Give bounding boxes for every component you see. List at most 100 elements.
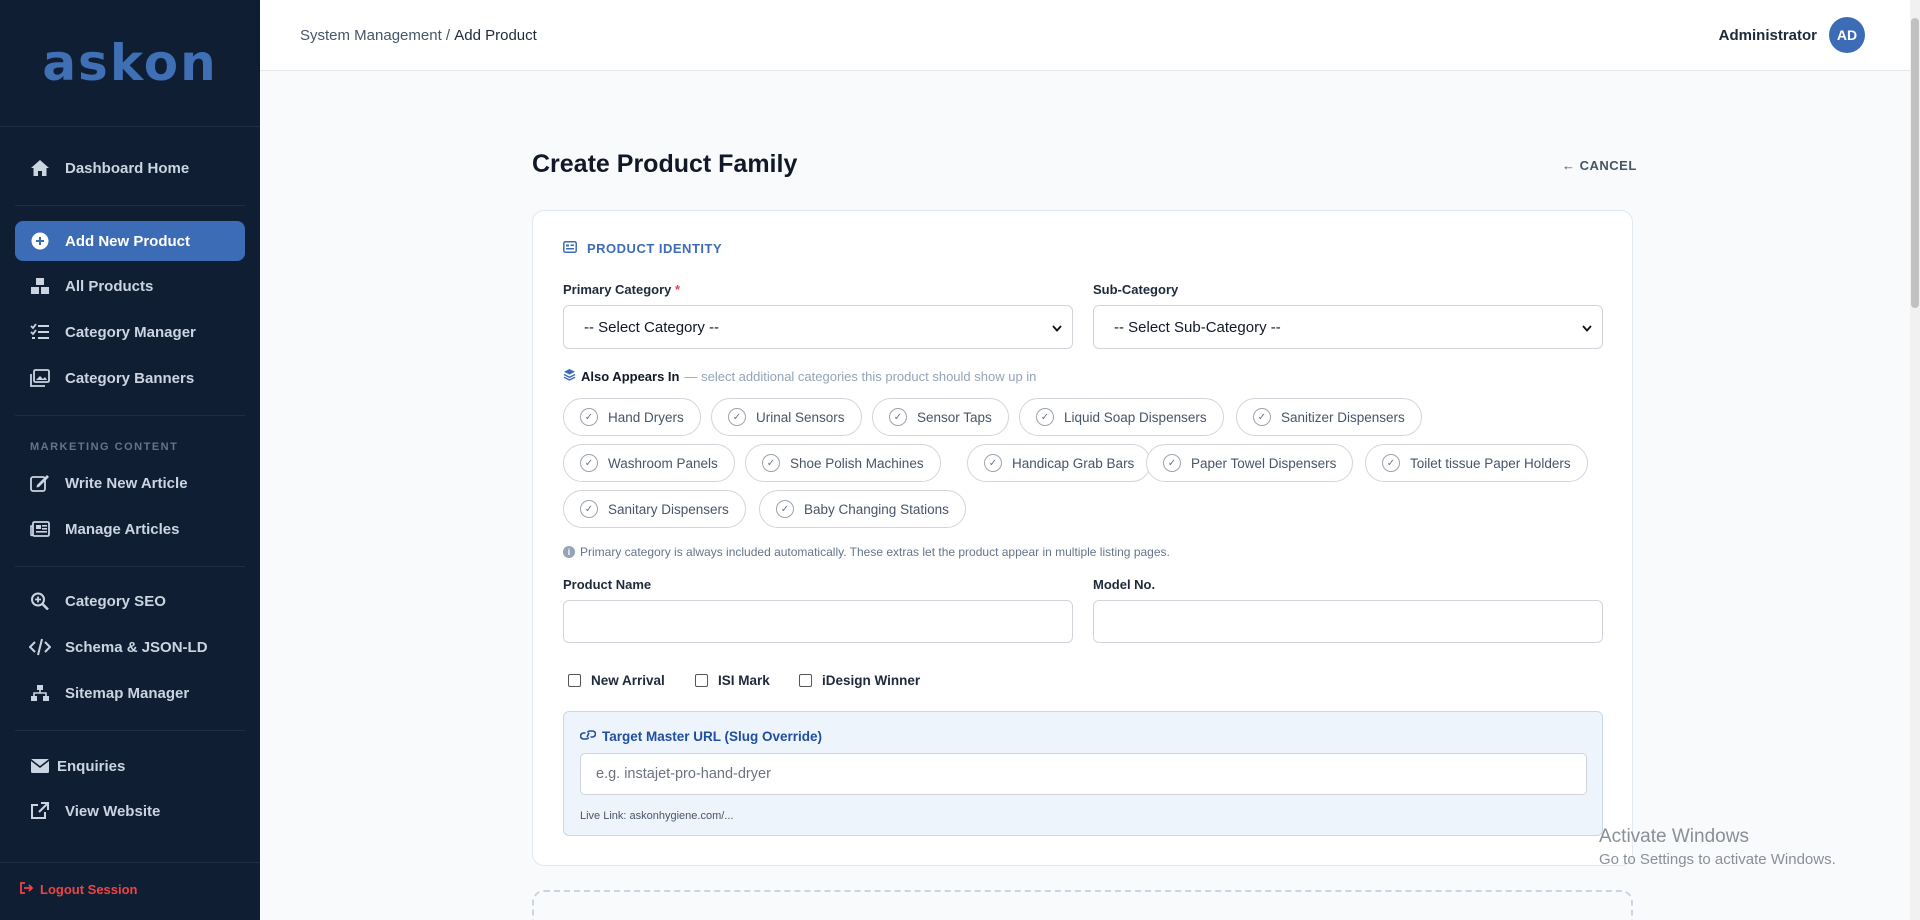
chip-sanitizer-dispensers[interactable]: ✓ Sanitizer Dispensers <box>1236 398 1422 436</box>
nav-label: Category Banners <box>65 369 195 387</box>
chip-label: Sanitary Dispensers <box>608 501 729 517</box>
divider <box>15 415 245 416</box>
nav-label: Category Manager <box>65 323 196 341</box>
list-check-icon <box>29 322 51 342</box>
envelope-icon <box>29 756 51 776</box>
checkbox-box[interactable] <box>568 674 581 687</box>
nav-write-new-article[interactable]: Write New Article <box>15 463 245 503</box>
checkbox-box[interactable] <box>695 674 708 687</box>
chip-sanitary-dispensers[interactable]: ✓ Sanitary Dispensers <box>563 490 746 528</box>
nav-label: Schema & JSON-LD <box>65 638 208 656</box>
chip-shoe-polish-machines[interactable]: ✓ Shoe Polish Machines <box>745 444 941 482</box>
check-circle-icon: ✓ <box>580 408 598 426</box>
chip-label: Liquid Soap Dispensers <box>1064 409 1207 425</box>
check-circle-icon: ✓ <box>1163 454 1181 472</box>
sub-category-label: Sub-Category <box>1093 282 1179 297</box>
info-icon: i <box>563 546 575 558</box>
watermark-line1: Activate Windows <box>1599 826 1749 847</box>
slug-input[interactable]: e.g. instajet-pro-hand-dryer <box>580 753 1587 795</box>
chip-sensor-taps[interactable]: ✓ Sensor Taps <box>872 398 1009 436</box>
windows-activation-watermark: Activate Windows Go to Settings to activ… <box>1599 826 1836 868</box>
scrollbar-thumb[interactable] <box>1911 18 1919 308</box>
breadcrumb-parent[interactable]: System Management <box>300 27 442 44</box>
info-note: i Primary category is always included au… <box>563 545 1170 559</box>
logout-button[interactable]: Logout Session <box>20 882 138 897</box>
chip-label: Urinal Sensors <box>756 409 845 425</box>
nav-enquiries[interactable]: Enquiries <box>15 746 245 786</box>
chip-hand-dryers[interactable]: ✓ Hand Dryers <box>563 398 701 436</box>
cancel-button[interactable]: ← CANCEL <box>1562 158 1637 173</box>
nav-sitemap-manager[interactable]: Sitemap Manager <box>15 673 245 713</box>
brand-logo[interactable]: askon <box>0 0 260 127</box>
cancel-label: CANCEL <box>1579 158 1637 173</box>
nav-category-seo[interactable]: Category SEO <box>15 581 245 621</box>
also-appears-title: Also Appears In <box>581 368 680 384</box>
watermark-line2: Go to Settings to activate Windows. <box>1599 851 1836 868</box>
divider <box>0 862 260 863</box>
chip-baby-changing-stations[interactable]: ✓ Baby Changing Stations <box>759 490 966 528</box>
nav-dashboard-home[interactable]: Dashboard Home <box>15 148 245 188</box>
checkbox-box[interactable] <box>799 674 812 687</box>
check-circle-icon: ✓ <box>580 500 598 518</box>
check-circle-icon: ✓ <box>984 454 1002 472</box>
chevron-down-icon <box>1052 319 1062 336</box>
also-appears-hint: — select additional categories this prod… <box>684 368 1037 384</box>
note-text: Primary category is always included auto… <box>580 545 1170 559</box>
nav-category-manager[interactable]: Category Manager <box>15 312 245 352</box>
new-arrival-checkbox[interactable]: New Arrival <box>568 673 665 688</box>
home-icon <box>29 158 51 178</box>
sidebar: askon Dashboard Home Add New Product All… <box>0 0 260 920</box>
arrow-left-icon: ← <box>1562 158 1576 173</box>
nav-label: All Products <box>65 277 154 295</box>
nav-schema-json-ld[interactable]: Schema & JSON-LD <box>15 627 245 667</box>
page-title: Create Product Family <box>532 150 798 178</box>
chip-urinal-sensors[interactable]: ✓ Urinal Sensors <box>711 398 862 436</box>
checkbox-label: New Arrival <box>591 673 665 688</box>
required-marker: * <box>675 282 681 297</box>
sub-category-select[interactable]: -- Select Sub-Category -- <box>1093 305 1603 349</box>
chip-paper-towel-dispensers[interactable]: ✓ Paper Towel Dispensers <box>1146 444 1354 482</box>
page-scrollbar[interactable] <box>1910 0 1920 920</box>
nav-label: Sitemap Manager <box>65 684 190 702</box>
search-plus-icon <box>29 591 51 611</box>
chip-label: Hand Dryers <box>608 409 684 425</box>
nav-label: Dashboard Home <box>65 159 190 177</box>
boxes-icon <box>29 276 51 296</box>
primary-category-select[interactable]: -- Select Category -- <box>563 305 1073 349</box>
chip-handicap-grab-bars[interactable]: ✓ Handicap Grab Bars <box>967 444 1152 482</box>
chip-washroom-panels[interactable]: ✓ Washroom Panels <box>563 444 735 482</box>
user-menu[interactable]: Administrator AD <box>1719 17 1865 53</box>
chip-label: Handicap Grab Bars <box>1012 455 1135 471</box>
newspaper-icon <box>29 519 51 539</box>
select-value: -- Select Category -- <box>584 318 720 336</box>
product-identity-card: PRODUCT IDENTITY Primary Category * -- S… <box>532 210 1633 866</box>
isi-mark-checkbox[interactable]: ISI Mark <box>695 673 770 688</box>
checkbox-label: iDesign Winner <box>822 673 921 688</box>
topbar: System Management / Add Product Administ… <box>260 0 1910 71</box>
id-card-icon <box>563 241 577 256</box>
model-no-label: Model No. <box>1093 577 1156 592</box>
nav-label: Write New Article <box>65 474 188 492</box>
chip-label: Toilet tissue Paper Holders <box>1410 455 1571 471</box>
nav-category-banners[interactable]: Category Banners <box>15 358 245 398</box>
idesign-winner-checkbox[interactable]: iDesign Winner <box>799 673 920 688</box>
logo-text: askon <box>42 34 218 92</box>
avatar[interactable]: AD <box>1829 17 1865 53</box>
nav-manage-articles[interactable]: Manage Articles <box>15 509 245 549</box>
chip-toilet-tissue-paper-holders[interactable]: ✓ Toilet tissue Paper Holders <box>1365 444 1588 482</box>
logout-label: Logout Session <box>40 882 138 897</box>
check-circle-icon: ✓ <box>1036 408 1054 426</box>
nav-view-website[interactable]: View Website <box>15 791 245 831</box>
primary-category-label: Primary Category * <box>563 282 680 297</box>
chip-label: Sensor Taps <box>917 409 992 425</box>
section-label-marketing: MARKETING CONTENT <box>30 441 179 453</box>
nav-label: View Website <box>65 802 161 820</box>
breadcrumb-separator: / <box>441 27 455 44</box>
chip-liquid-soap-dispensers[interactable]: ✓ Liquid Soap Dispensers <box>1019 398 1224 436</box>
nav-all-products[interactable]: All Products <box>15 266 245 306</box>
product-name-input[interactable] <box>563 600 1073 643</box>
nav-add-new-product[interactable]: Add New Product <box>15 221 245 261</box>
nav-label: Manage Articles <box>65 520 180 538</box>
model-no-input[interactable] <box>1093 600 1603 643</box>
section-title: PRODUCT IDENTITY <box>587 241 723 256</box>
